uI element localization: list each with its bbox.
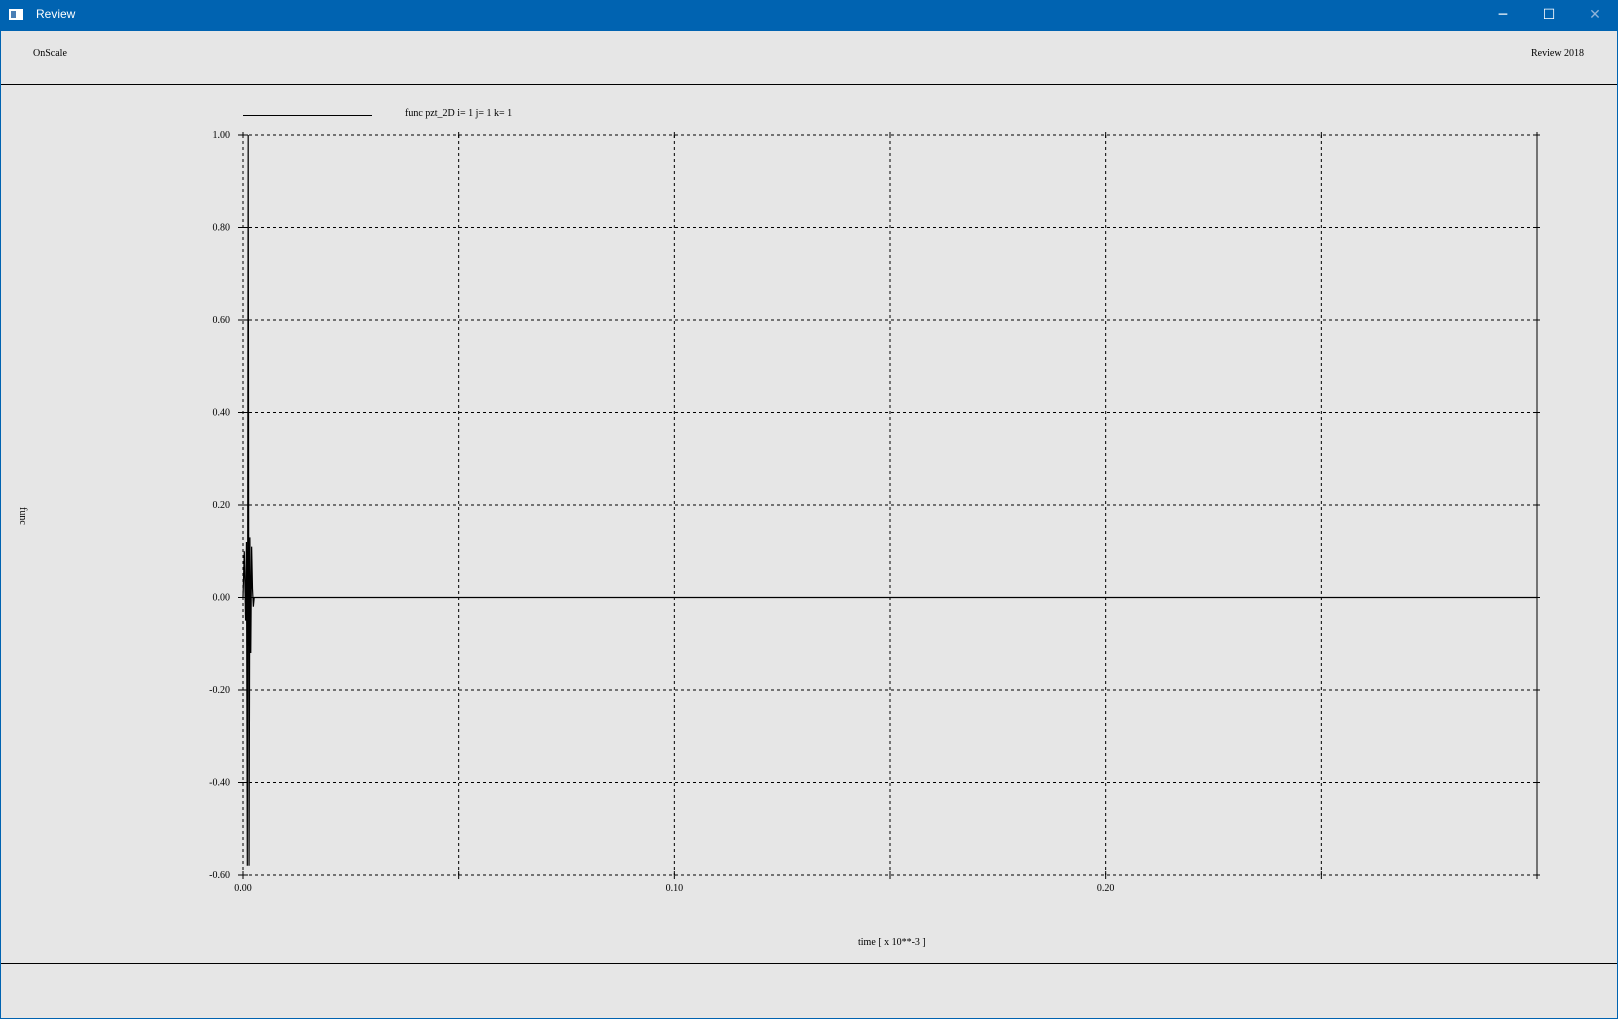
y-tick-label: -0.20 <box>209 685 230 696</box>
y-tick-label: 0.40 <box>213 408 231 419</box>
chart-plot-area: -0.60 -0.40 -0.20 0.00 0.20 0.40 0.60 0.80 1.00 0… <box>209 130 1540 894</box>
y-tick-label: 0.80 <box>213 223 231 234</box>
y-tick-label: -0.40 <box>209 778 230 789</box>
y-tick-label: 0.20 <box>213 500 231 511</box>
y-tick-label: -0.60 <box>209 870 230 881</box>
x-tick-label: 0.10 <box>666 883 684 894</box>
y-tick-label: 0.00 <box>213 593 231 604</box>
x-tick-label: 0.20 <box>1097 883 1115 894</box>
x-tick-label: 0.00 <box>234 883 252 894</box>
y-tick-label: 0.60 <box>213 315 231 326</box>
y-tick-label: 1.00 <box>213 130 231 141</box>
